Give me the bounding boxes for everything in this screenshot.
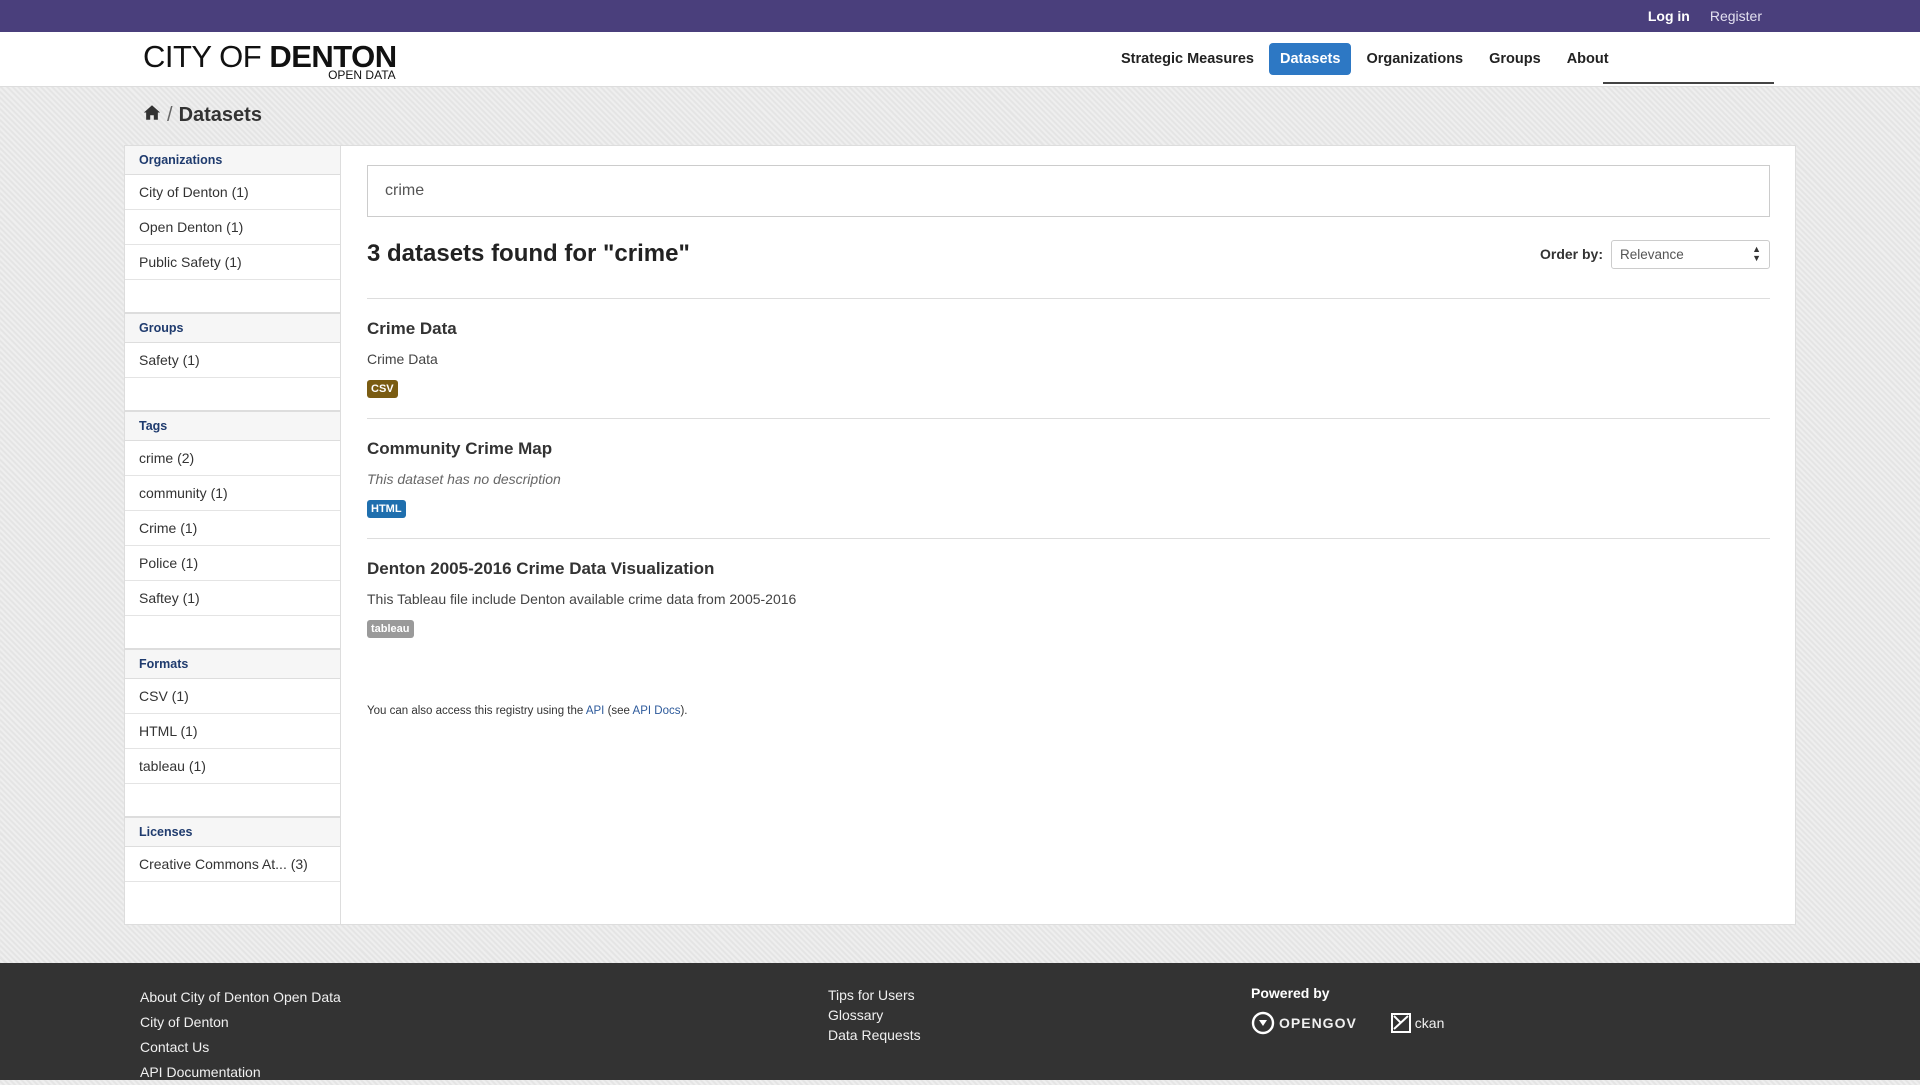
opengov-icon <box>1251 1011 1275 1035</box>
facet-licenses: Licenses Creative Commons At... (3) <box>125 817 340 882</box>
format-badge-tableau[interactable]: tableau <box>367 620 414 638</box>
api-note-text: (see <box>604 705 633 717</box>
facet-item-open-denton[interactable]: Open Denton (1) <box>125 210 340 245</box>
dataset-list: Crime Data Crime Data CSV Community Crim… <box>367 298 1770 659</box>
content-wrapper: Organizations City of Denton (1) Open De… <box>124 145 1796 925</box>
facet-item-creative-commons[interactable]: Creative Commons At... (3) <box>125 847 340 882</box>
main-nav: Strategic Measures Datasets Organization… <box>1110 43 1624 75</box>
facet-spacer <box>125 378 340 411</box>
nav-search-input[interactable] <box>1603 52 1774 84</box>
ckan-icon <box>1390 1013 1411 1033</box>
api-note: You can also access this registry using … <box>367 705 1770 717</box>
format-badge-html[interactable]: HTML <box>367 500 406 518</box>
order-by-select[interactable]: Relevance ▲ ▼ <box>1611 239 1770 269</box>
site-footer: About City of Denton Open Data City of D… <box>0 963 1920 1080</box>
facet-sidebar: Organizations City of Denton (1) Open De… <box>125 146 341 924</box>
dataset-title-link[interactable]: Community Crime Map <box>367 439 552 458</box>
dataset-item: Crime Data Crime Data CSV <box>367 299 1770 419</box>
api-link[interactable]: API <box>586 705 605 717</box>
footer-links-col1: About City of Denton Open Data City of D… <box>140 985 341 1085</box>
facet-groups: Groups Safety (1) <box>125 313 340 411</box>
facet-title: Tags <box>125 411 340 441</box>
facet-title: Organizations <box>125 146 340 175</box>
order-by-label: Order by: <box>1539 246 1603 262</box>
footer-city-link[interactable]: City of Denton <box>140 1010 341 1035</box>
facet-organizations: Organizations City of Denton (1) Open De… <box>125 146 340 313</box>
breadcrumb-separator: / <box>167 104 173 126</box>
masthead: CITY OF DENTON OPEN DATA Strategic Measu… <box>0 32 1920 87</box>
ckan-logo-text: ckan <box>1414 1015 1445 1031</box>
login-link[interactable]: Log in <box>1648 8 1690 24</box>
facet-item-crime-upper[interactable]: Crime (1) <box>125 511 340 546</box>
footer-links-col2: Tips for Users Glossary Data Requests <box>828 985 921 1045</box>
footer-tips-link[interactable]: Tips for Users <box>828 985 921 1005</box>
dataset-search-input[interactable] <box>383 181 1754 201</box>
facet-item-tableau[interactable]: tableau (1) <box>125 749 340 784</box>
powered-by-label: Powered by <box>1251 985 1330 1001</box>
format-badge-csv[interactable]: CSV <box>367 380 398 398</box>
opengov-logo[interactable]: OPENGOV <box>1251 1011 1357 1035</box>
footer-api-docs-link[interactable]: API Documentation <box>140 1060 341 1085</box>
facet-item-csv[interactable]: CSV (1) <box>125 679 340 714</box>
account-bar: Log in Register <box>0 0 1920 32</box>
footer-powered-by: Powered by OPENGOV ckan <box>1251 985 1444 1035</box>
facet-item-police[interactable]: Police (1) <box>125 546 340 581</box>
ckan-logo[interactable]: ckan <box>1390 1013 1445 1033</box>
order-by: Order by: Relevance ▲ ▼ <box>1539 239 1770 269</box>
nav-datasets[interactable]: Datasets <box>1268 43 1352 75</box>
order-by-value: Relevance <box>1620 246 1684 262</box>
home-link[interactable] <box>143 104 161 127</box>
facet-item-crime-lower[interactable]: crime (2) <box>125 441 340 476</box>
opengov-logo-text: OPENGOV <box>1279 1015 1357 1031</box>
dataset-title-link[interactable]: Denton 2005-2016 Crime Data Visualizatio… <box>367 559 714 578</box>
select-caret-icon: ▲ ▼ <box>1752 244 1761 263</box>
api-note-text: You can also access this registry using … <box>367 705 586 717</box>
breadcrumb: / Datasets <box>143 104 262 127</box>
footer-glossary-link[interactable]: Glossary <box>828 1005 921 1025</box>
dataset-item: Community Crime Map This dataset has no … <box>367 419 1770 539</box>
facet-item-html[interactable]: HTML (1) <box>125 714 340 749</box>
facet-tags: Tags crime (2) community (1) Crime (1) P… <box>125 411 340 649</box>
facet-item-public-safety[interactable]: Public Safety (1) <box>125 245 340 280</box>
register-link[interactable]: Register <box>1710 8 1762 24</box>
facet-item-saftey[interactable]: Saftey (1) <box>125 581 340 616</box>
facet-title: Licenses <box>125 817 340 847</box>
api-note-text: ). <box>680 705 688 717</box>
results-header: 3 datasets found for "crime" Order by: R… <box>367 239 1770 269</box>
results-count-heading: 3 datasets found for "crime" <box>367 240 690 267</box>
api-docs-link[interactable]: API Docs <box>633 705 681 717</box>
footer-data-requests-link[interactable]: Data Requests <box>828 1025 921 1045</box>
home-icon <box>143 105 161 120</box>
nav-search-wrapper <box>1603 52 1774 104</box>
facet-title: Formats <box>125 649 340 679</box>
facet-item-city-of-denton[interactable]: City of Denton (1) <box>125 175 340 210</box>
breadcrumb-current[interactable]: Datasets <box>179 104 262 127</box>
facet-item-safety[interactable]: Safety (1) <box>125 343 340 378</box>
facet-spacer <box>125 784 340 817</box>
dataset-description: This dataset has no description <box>367 471 561 487</box>
facet-spacer <box>125 280 340 313</box>
facet-formats: Formats CSV (1) HTML (1) tableau (1) <box>125 649 340 817</box>
search-results: 3 datasets found for "crime" Order by: R… <box>341 146 1795 924</box>
dataset-search-box <box>367 165 1770 217</box>
footer-about-link[interactable]: About City of Denton Open Data <box>140 985 341 1010</box>
facet-title: Groups <box>125 313 340 343</box>
nav-organizations[interactable]: Organizations <box>1355 43 1474 75</box>
site-logo[interactable]: CITY OF DENTON OPEN DATA <box>143 41 397 81</box>
dataset-title-link[interactable]: Crime Data <box>367 319 457 338</box>
powered-by-logos: OPENGOV ckan <box>1251 1011 1444 1035</box>
dataset-description: This Tableau file include Denton availab… <box>367 591 797 607</box>
footer-contact-link[interactable]: Contact Us <box>140 1035 341 1060</box>
nav-strategic-measures[interactable]: Strategic Measures <box>1110 43 1265 75</box>
nav-groups[interactable]: Groups <box>1478 43 1552 75</box>
facet-spacer <box>125 616 340 649</box>
dataset-description: Crime Data <box>367 351 438 367</box>
facet-item-community[interactable]: community (1) <box>125 476 340 511</box>
dataset-item: Denton 2005-2016 Crime Data Visualizatio… <box>367 539 1770 659</box>
logo-city-of: CITY OF <box>143 39 262 74</box>
